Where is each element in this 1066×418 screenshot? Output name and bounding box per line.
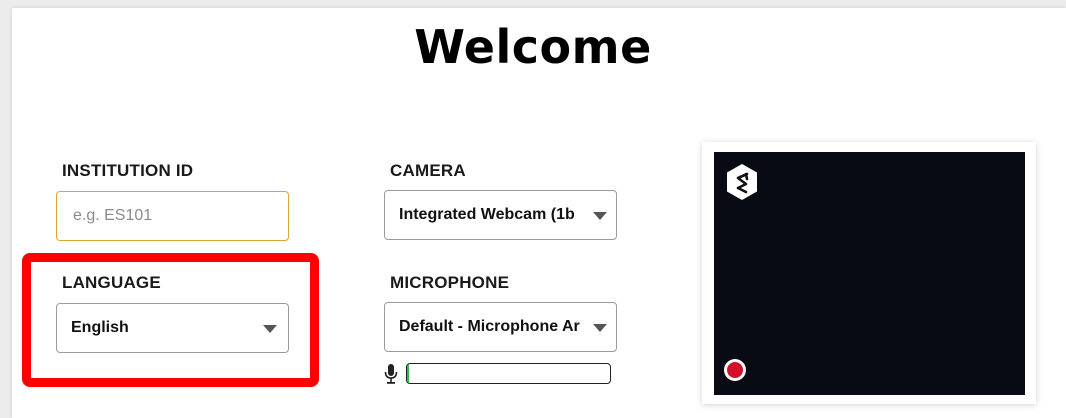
record-icon [727,362,743,378]
microphone-icon [384,364,398,384]
chevron-down-icon [593,212,607,220]
camera-preview [714,152,1025,395]
institution-id-input[interactable] [56,191,289,241]
camera-label: CAMERA [390,161,466,180]
hexagon-s-logo-icon [727,164,757,200]
microphone-select[interactable]: Default - Microphone Ar [384,302,617,352]
institution-id-label: INSTITUTION ID [62,161,194,180]
camera-select[interactable]: Integrated Webcam (1b [384,190,617,240]
chevron-down-icon [263,325,277,333]
microphone-level-fill [407,364,410,383]
microphone-selected-value: Default - Microphone Ar [399,318,580,335]
chevron-down-icon [593,324,607,332]
language-select[interactable]: English [56,303,289,353]
page-title: Welcome [414,20,652,74]
microphone-label: MICROPHONE [390,273,510,292]
camera-selected-value: Integrated Webcam (1b [399,206,575,223]
language-label: LANGUAGE [62,273,161,292]
microphone-level-meter [406,363,611,384]
language-selected-value: English [71,319,129,336]
record-button[interactable] [724,359,746,381]
